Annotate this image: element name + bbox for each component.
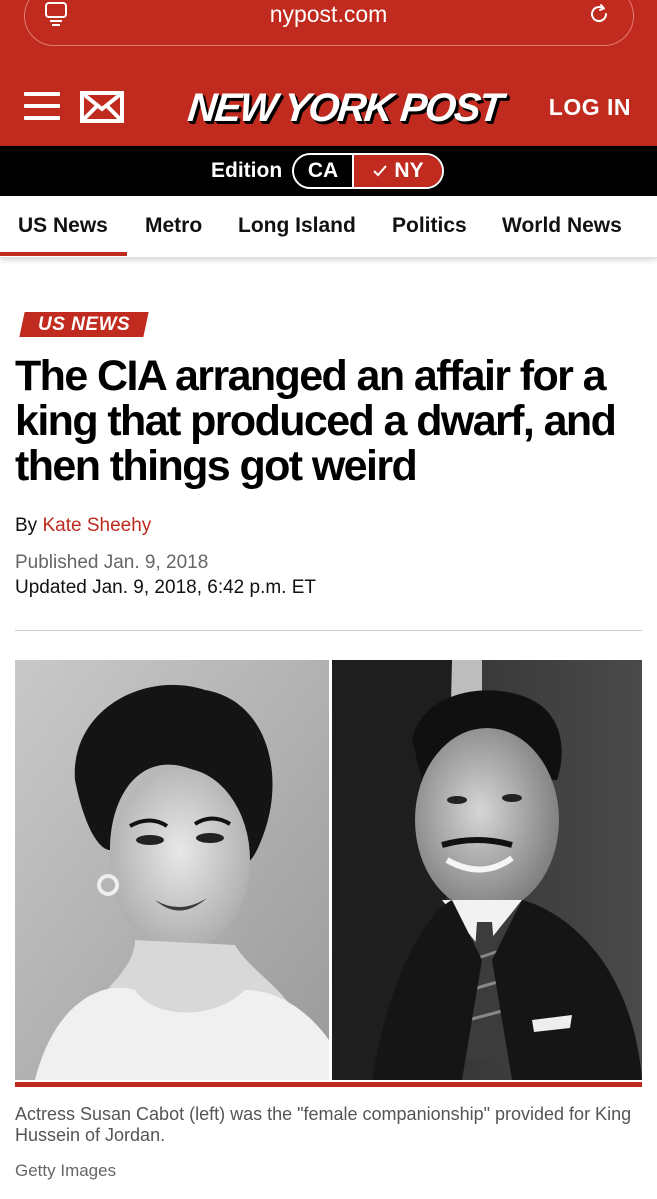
mail-icon[interactable]	[80, 91, 124, 123]
menu-icon[interactable]	[24, 92, 60, 122]
nav-item-long-island[interactable]: Long Island	[238, 214, 356, 238]
article-headline: The CIA arranged an affair for a king th…	[15, 352, 617, 490]
url-text[interactable]: nypost.com	[0, 0, 657, 28]
nav-item-us-news[interactable]: US News	[18, 214, 108, 238]
divider	[15, 630, 642, 631]
author-link[interactable]: Kate Sheehy	[42, 515, 151, 536]
published-date: Published Jan. 9, 2018	[15, 552, 209, 573]
photo-right-portrait	[332, 660, 642, 1080]
article-photo[interactable]	[15, 660, 642, 1080]
nav-active-indicator	[0, 252, 127, 256]
byline: By Kate Sheehy	[15, 515, 151, 537]
site-logo[interactable]: NEW YORK POST	[178, 82, 504, 132]
section-kicker-label: US NEWS	[38, 314, 131, 335]
nav-item-metro[interactable]: Metro	[145, 214, 202, 238]
logo-text: NEW YORK POST	[185, 86, 504, 130]
nav-item-world-news[interactable]: World News	[502, 214, 622, 238]
edition-toggle[interactable]: CA NY	[292, 153, 444, 189]
reload-icon[interactable]	[587, 2, 611, 26]
site-header: NEW YORK POST LOG IN	[0, 68, 657, 146]
byline-prefix: By	[15, 515, 38, 536]
photo-caption: Actress Susan Cabot (left) was the "fema…	[15, 1104, 632, 1145]
updated-date: Updated Jan. 9, 2018, 6:42 p.m. ET	[15, 577, 317, 598]
nav-item-politics[interactable]: Politics	[392, 214, 467, 238]
photo-accent-bar	[15, 1082, 642, 1087]
photo-credit: Getty Images	[15, 1161, 117, 1180]
photo-left-portrait	[15, 660, 329, 1080]
edition-label: Edition	[211, 159, 283, 182]
edition-option-ny-label: NY	[394, 159, 424, 182]
login-button[interactable]: LOG IN	[549, 94, 631, 121]
section-nav: US News Metro Long Island Politics World…	[0, 196, 657, 258]
section-kicker[interactable]: US NEWS	[19, 312, 149, 337]
checkmark-icon	[373, 165, 388, 177]
edition-bar: Edition CA NY	[0, 146, 657, 196]
edition-option-ca[interactable]: CA	[294, 155, 354, 187]
edition-option-ny[interactable]: NY	[354, 155, 442, 187]
browser-bar: nypost.com	[0, 0, 657, 68]
